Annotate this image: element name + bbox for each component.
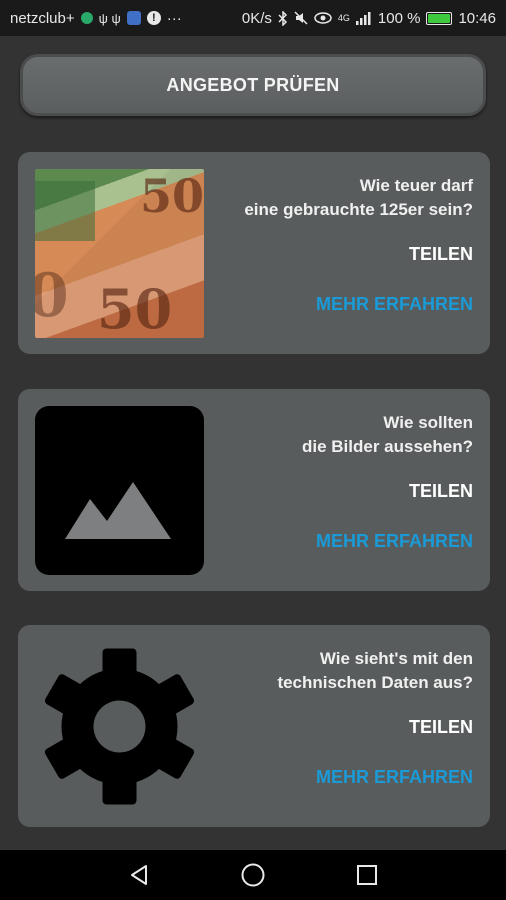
status-left: netzclub+ ψ ψ ! ··· [10,10,182,27]
battery-icon [426,11,453,25]
network-speed: 0K/s [241,9,272,27]
check-offer-button[interactable]: ANGEBOT PRÜFEN [20,54,486,116]
recent-apps-icon[interactable] [352,860,382,890]
share-button[interactable]: TEILEN [409,244,473,265]
back-icon[interactable] [124,860,154,890]
card-question: Wie sieht's mit den technischen Daten au… [277,649,473,692]
battery-percent: 100 % [377,9,421,27]
mute-icon [294,11,308,25]
learn-more-link[interactable]: MEHR ERFAHREN [316,294,473,315]
card-question: Wie teuer darf eine gebrauchte 125er sei… [244,176,473,219]
status-right: 0K/s 4G 100 % 10:46 [242,10,496,27]
carrier-name: netzclub+ [10,9,75,27]
eye-icon [314,12,332,24]
info-card-price: 50 50 0 Wie teuer darf eine gebrauchte 1… [18,152,490,354]
share-button[interactable]: TEILEN [409,717,473,738]
info-card-specs: Wie sieht's mit den technischen Daten au… [18,625,490,827]
check-offer-label: ANGEBOT PRÜFEN [166,74,340,95]
usb-icon: ψ ψ [98,10,121,26]
alert-icon: ! [146,11,161,25]
share-button[interactable]: TEILEN [409,481,473,502]
shield-notification-icon [126,11,141,25]
card-question: Wie sollten die Bilder aussehen? [302,413,473,456]
money-photo: 50 50 0 [35,169,204,338]
home-icon[interactable] [238,860,268,890]
learn-more-link[interactable]: MEHR ERFAHREN [316,531,473,552]
network-type: 4G [337,13,350,23]
signal-icon [355,11,372,25]
image-placeholder-icon [35,406,204,575]
gear-icon [35,642,204,811]
learn-more-link[interactable]: MEHR ERFAHREN [316,767,473,788]
status-bar: netzclub+ ψ ψ ! ··· 0K/s 4G 100 % 10:46 [0,0,506,36]
clock: 10:46 [458,9,496,27]
navigation-bar [0,850,506,900]
info-card-images: Wie sollten die Bilder aussehen? TEILEN … [18,389,490,591]
app-notification-icon [80,12,93,24]
more-notifications-icon: ··· [166,9,182,27]
bluetooth-icon [278,10,288,26]
